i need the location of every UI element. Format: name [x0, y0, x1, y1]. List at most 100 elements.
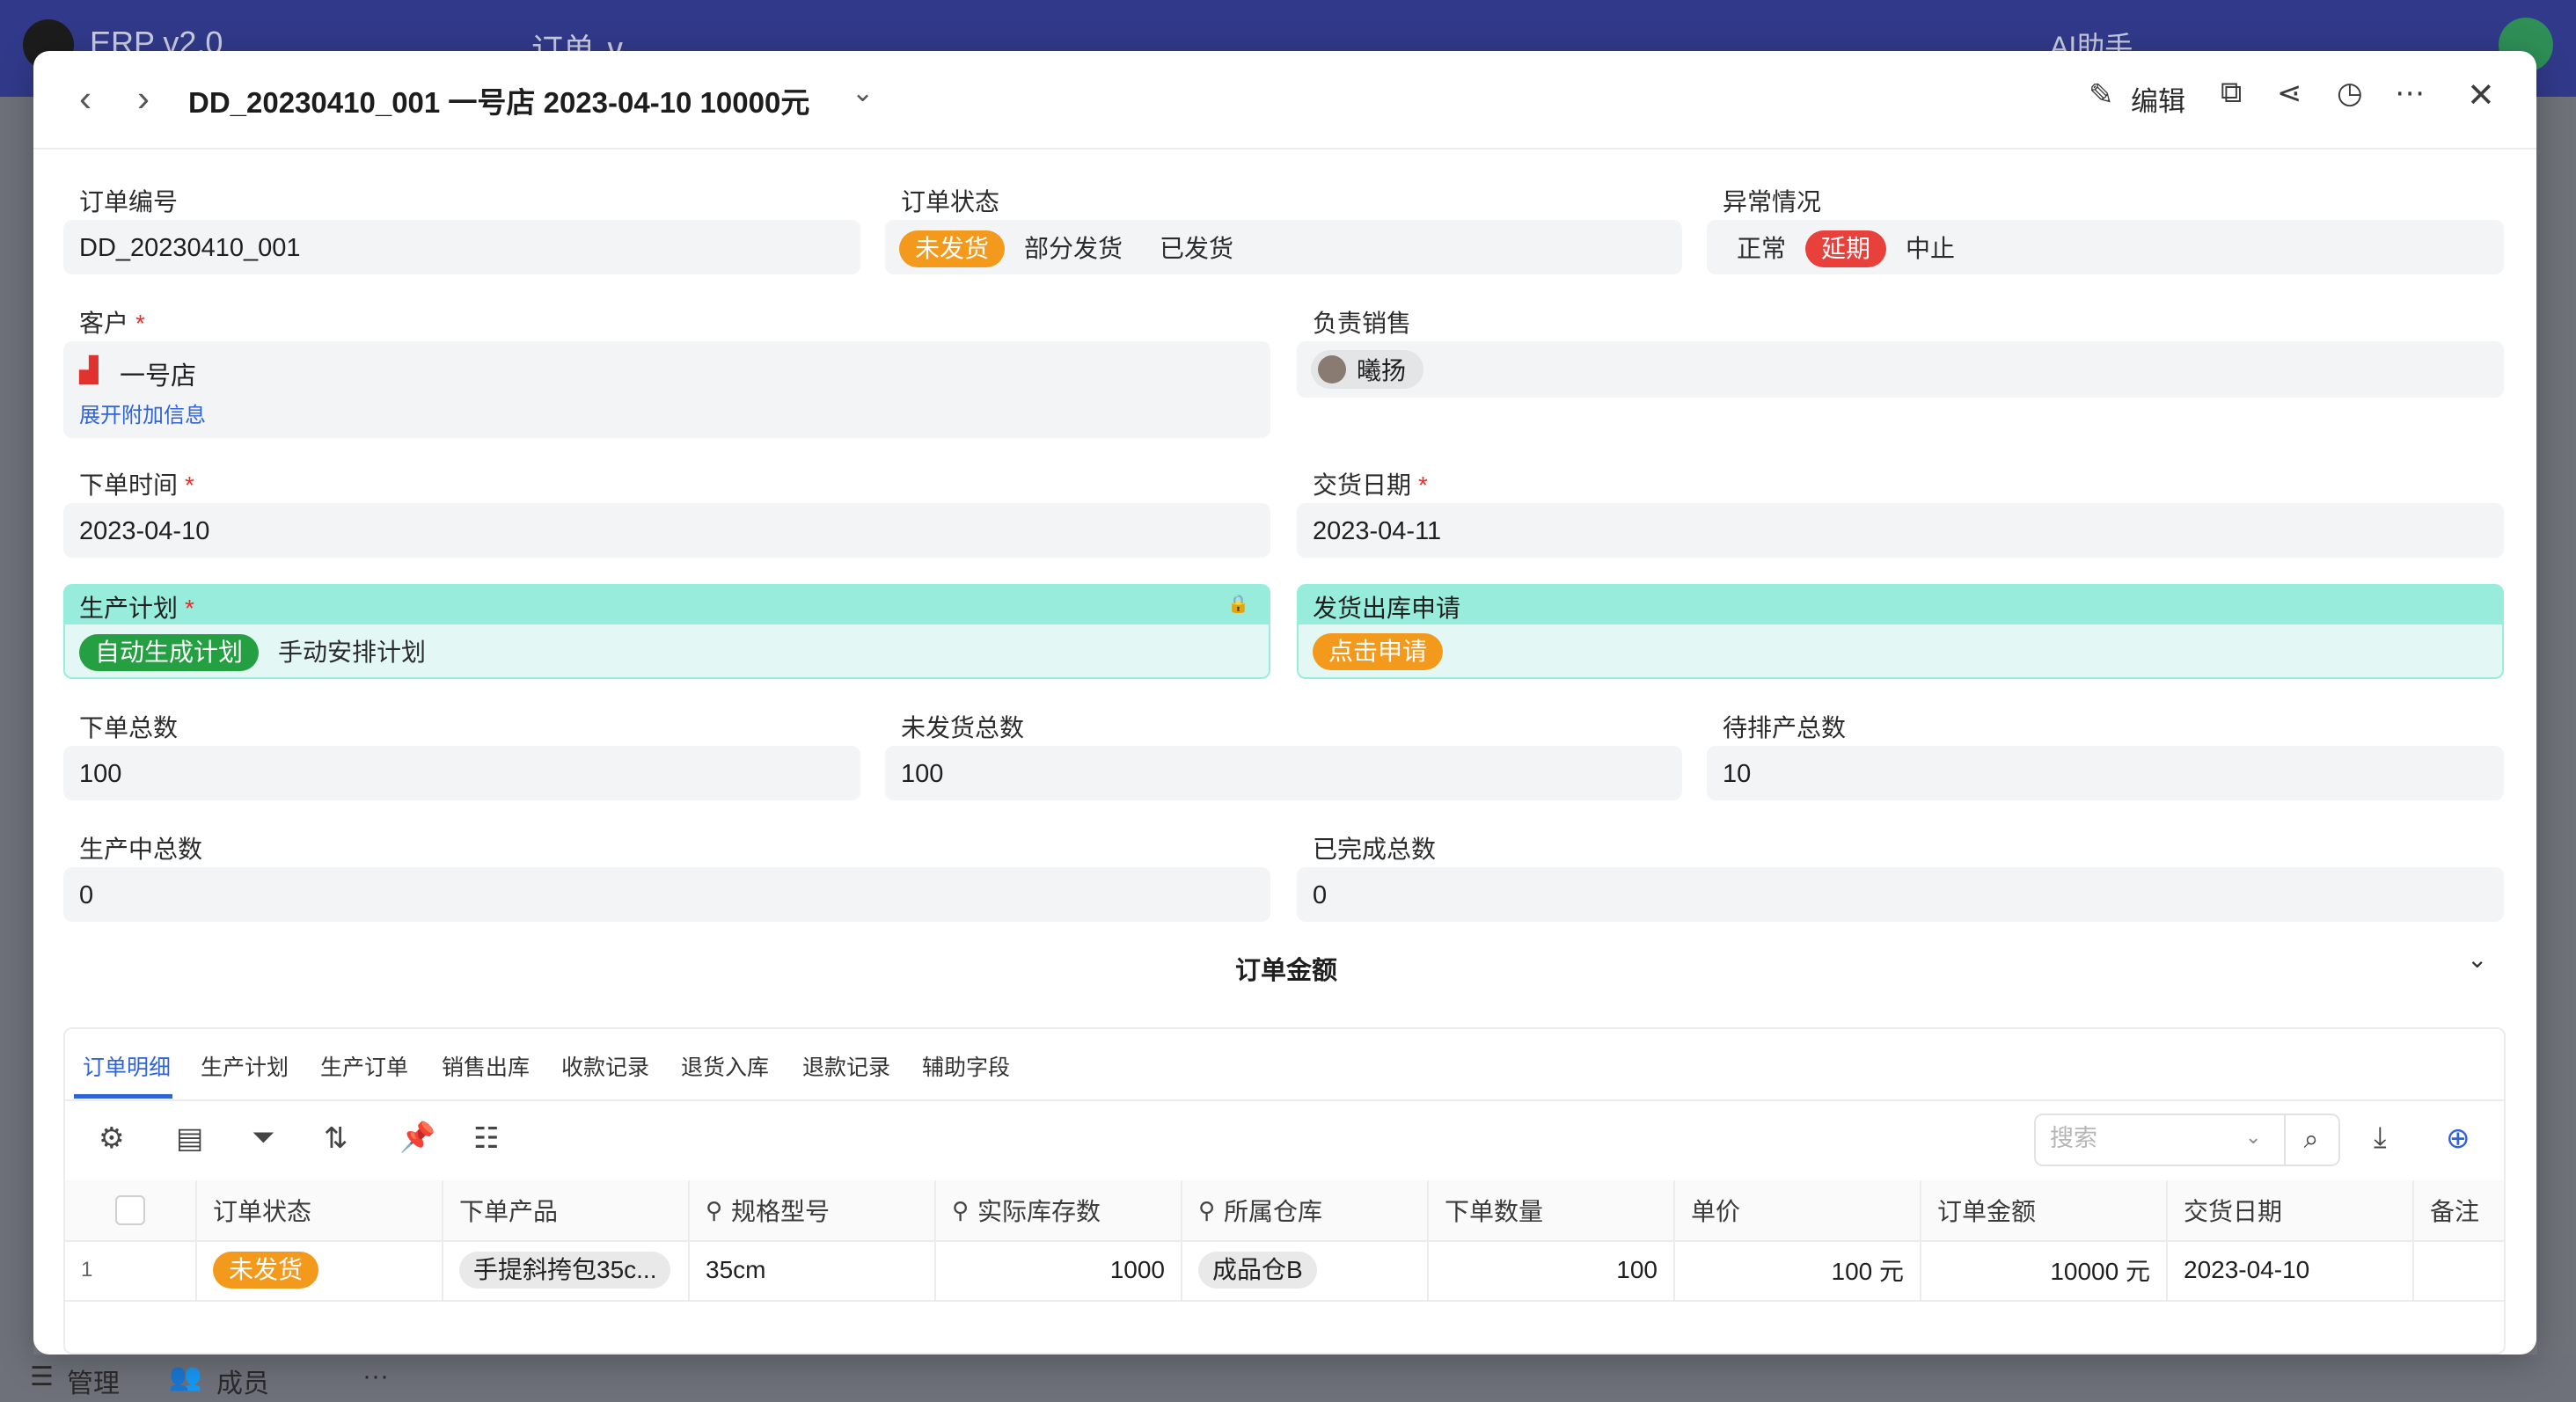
- tab-production-orders[interactable]: 生产订单: [320, 1050, 408, 1082]
- order-no-value: DD_20230410_001: [79, 234, 301, 262]
- order-time-field[interactable]: 2023-04-10: [63, 503, 1270, 558]
- download-icon[interactable]: ⤓: [2374, 1121, 2387, 1155]
- linked-field-icon: ⚲: [1198, 1196, 1216, 1223]
- tab-refund-records[interactable]: 退款记录: [802, 1050, 890, 1082]
- footer-manage[interactable]: 管理: [67, 1362, 120, 1400]
- tab-order-details[interactable]: 订单明细: [83, 1050, 171, 1082]
- column-header[interactable]: 单价: [1675, 1180, 1921, 1240]
- customer-label: 客户 *: [79, 310, 145, 337]
- sales-rep-value: 曦扬: [1357, 357, 1407, 384]
- tab-sales-outbound[interactable]: 销售出库: [442, 1050, 530, 1082]
- expand-info-link[interactable]: 展开附加信息: [79, 398, 206, 428]
- column-header[interactable]: ⚲ 规格型号: [690, 1180, 936, 1240]
- prev-record-icon[interactable]: ‹: [79, 77, 91, 120]
- delivery-date-value: 2023-04-11: [1313, 517, 1442, 545]
- store-icon: ▟: [79, 356, 99, 383]
- settings-icon[interactable]: ⚙: [99, 1121, 125, 1155]
- sort-icon[interactable]: ⇅: [324, 1121, 348, 1155]
- exception-option[interactable]: 正常: [1737, 230, 1786, 265]
- order-no-label: 订单编号: [79, 188, 179, 215]
- pin-icon[interactable]: 📌: [399, 1121, 435, 1155]
- delivery-date-field[interactable]: 2023-04-11: [1297, 503, 2504, 558]
- column-header[interactable]: 交货日期: [2168, 1180, 2414, 1240]
- detail-tabs: 订单明细 生产计划 生产订单 销售出库 收款记录 退货入库 退款记录 辅助字段: [65, 1029, 2504, 1101]
- add-record-icon[interactable]: ⊕: [2446, 1121, 2470, 1155]
- footer-more[interactable]: ···: [362, 1362, 389, 1391]
- product-chip[interactable]: 手提斜挎包35c...: [459, 1252, 671, 1289]
- select-all-checkbox[interactable]: [115, 1195, 145, 1225]
- tab-payment-records[interactable]: 收款记录: [561, 1050, 649, 1082]
- next-record-icon[interactable]: ›: [137, 77, 150, 120]
- table-toolbar: ⚙ ▤ ⏷ ⇅ 📌 ☷ ⌄ ⌕ ⤓ ⊕: [65, 1099, 2504, 1182]
- tab-auxiliary-fields[interactable]: 辅助字段: [922, 1050, 1010, 1082]
- column-header[interactable]: 订单状态: [197, 1180, 443, 1240]
- tab-production-plan[interactable]: 生产计划: [201, 1050, 289, 1082]
- column-header[interactable]: 下单数量: [1429, 1180, 1675, 1240]
- total-in-production-field[interactable]: 0: [63, 867, 1270, 922]
- customer-value: 一号店: [120, 362, 197, 391]
- order-status-field: 未发货 部分发货 已发货: [885, 220, 1682, 274]
- apply-shipment-button[interactable]: 点击申请: [1313, 633, 1444, 670]
- pencil-icon: ✎: [2089, 78, 2114, 112]
- search-dropdown-chevron-icon[interactable]: ⌄: [2245, 1126, 2261, 1149]
- footer-members[interactable]: 成员: [216, 1362, 269, 1400]
- shipment-request-header: 发货出库申请: [1297, 584, 2504, 624]
- sales-rep-field[interactable]: 曦扬: [1297, 341, 2504, 398]
- total-pending-field[interactable]: 10: [1707, 746, 2504, 800]
- close-icon[interactable]: ✕: [2467, 76, 2495, 115]
- group-icon[interactable]: ☷: [473, 1121, 500, 1155]
- order-time-value: 2023-04-10: [79, 517, 210, 545]
- title-chevron-down-icon[interactable]: ⌄: [852, 77, 874, 108]
- exception-option-selected[interactable]: 延期: [1805, 230, 1887, 267]
- column-header[interactable]: 备注: [2414, 1180, 2506, 1240]
- order-status-option-selected[interactable]: 未发货: [899, 230, 1006, 267]
- total-ordered-field[interactable]: 100: [63, 746, 860, 800]
- row-qty-cell: 100: [1429, 1240, 1675, 1300]
- table-row[interactable]: 1 未发货 手提斜挎包35c... 35cm 1000 成品仓B 100 100…: [65, 1240, 2504, 1302]
- search-box: ⌄: [2034, 1114, 2286, 1166]
- sales-rep-chip[interactable]: 曦扬: [1311, 350, 1424, 389]
- row-delivery-cell: 2023-04-10: [2168, 1240, 2414, 1300]
- background-footer: ☰ 管理 👥 成员 ···: [0, 1355, 2576, 1402]
- row-note-cell: [2414, 1240, 2506, 1300]
- column-header[interactable]: 下单产品: [443, 1180, 690, 1240]
- copy-icon[interactable]: ⧉: [2221, 76, 2242, 110]
- total-unshipped-field[interactable]: 100: [885, 746, 1682, 800]
- total-pending-value: 10: [1723, 760, 1752, 788]
- order-status-option[interactable]: 已发货: [1160, 230, 1233, 265]
- search-input[interactable]: [2048, 1124, 2245, 1153]
- total-unshipped-label: 未发货总数: [901, 714, 1025, 741]
- total-completed-value: 0: [1313, 881, 1328, 909]
- warehouse-chip[interactable]: 成品仓B: [1198, 1252, 1317, 1289]
- total-ordered-label: 下单总数: [79, 714, 179, 741]
- exception-option[interactable]: 中止: [1906, 230, 1955, 265]
- row-spec-cell: 35cm: [690, 1240, 936, 1300]
- column-header[interactable]: ⚲ 实际库存数: [936, 1180, 1182, 1240]
- production-plan-option[interactable]: 手动安排计划: [278, 633, 426, 668]
- total-completed-field[interactable]: 0: [1297, 867, 2504, 922]
- share-icon[interactable]: ⋖: [2277, 76, 2302, 111]
- production-plan-option-selected[interactable]: 自动生成计划: [79, 634, 260, 671]
- column-header[interactable]: 订单金额: [1921, 1180, 2168, 1240]
- tab-return-inbound[interactable]: 退货入库: [681, 1050, 769, 1082]
- row-amount-cell: 10000 元: [1921, 1240, 2168, 1300]
- order-status-option[interactable]: 部分发货: [1024, 230, 1123, 265]
- order-amount-section-title[interactable]: 订单金额: [1235, 950, 1337, 987]
- section-chevron-down-icon[interactable]: ⌄: [2467, 945, 2487, 974]
- active-tab-indicator: [74, 1094, 172, 1099]
- exception-label: 异常情况: [1723, 188, 1822, 215]
- search-icon: ⌕: [2303, 1125, 2319, 1154]
- order-detail-modal: ‹ › DD_20230410_001 一号店 2023-04-10 10000…: [33, 51, 2536, 1355]
- order-no-field[interactable]: DD_20230410_001: [63, 220, 860, 274]
- column-header[interactable]: ⚲ 所属仓库: [1182, 1180, 1429, 1240]
- total-ordered-value: 100: [79, 760, 122, 788]
- avatar: [1318, 355, 1346, 383]
- edit-button[interactable]: 编辑: [2131, 79, 2185, 119]
- customer-field[interactable]: ▟ 一号店 展开附加信息: [63, 341, 1270, 438]
- calendar-view-icon[interactable]: ▤: [176, 1121, 203, 1155]
- search-button[interactable]: ⌕: [2284, 1114, 2340, 1166]
- filter-icon[interactable]: ⏷: [252, 1121, 274, 1155]
- more-icon[interactable]: ⋯: [2395, 76, 2425, 111]
- history-icon[interactable]: ◷: [2337, 76, 2363, 111]
- row-product-cell: 手提斜挎包35c...: [443, 1240, 690, 1300]
